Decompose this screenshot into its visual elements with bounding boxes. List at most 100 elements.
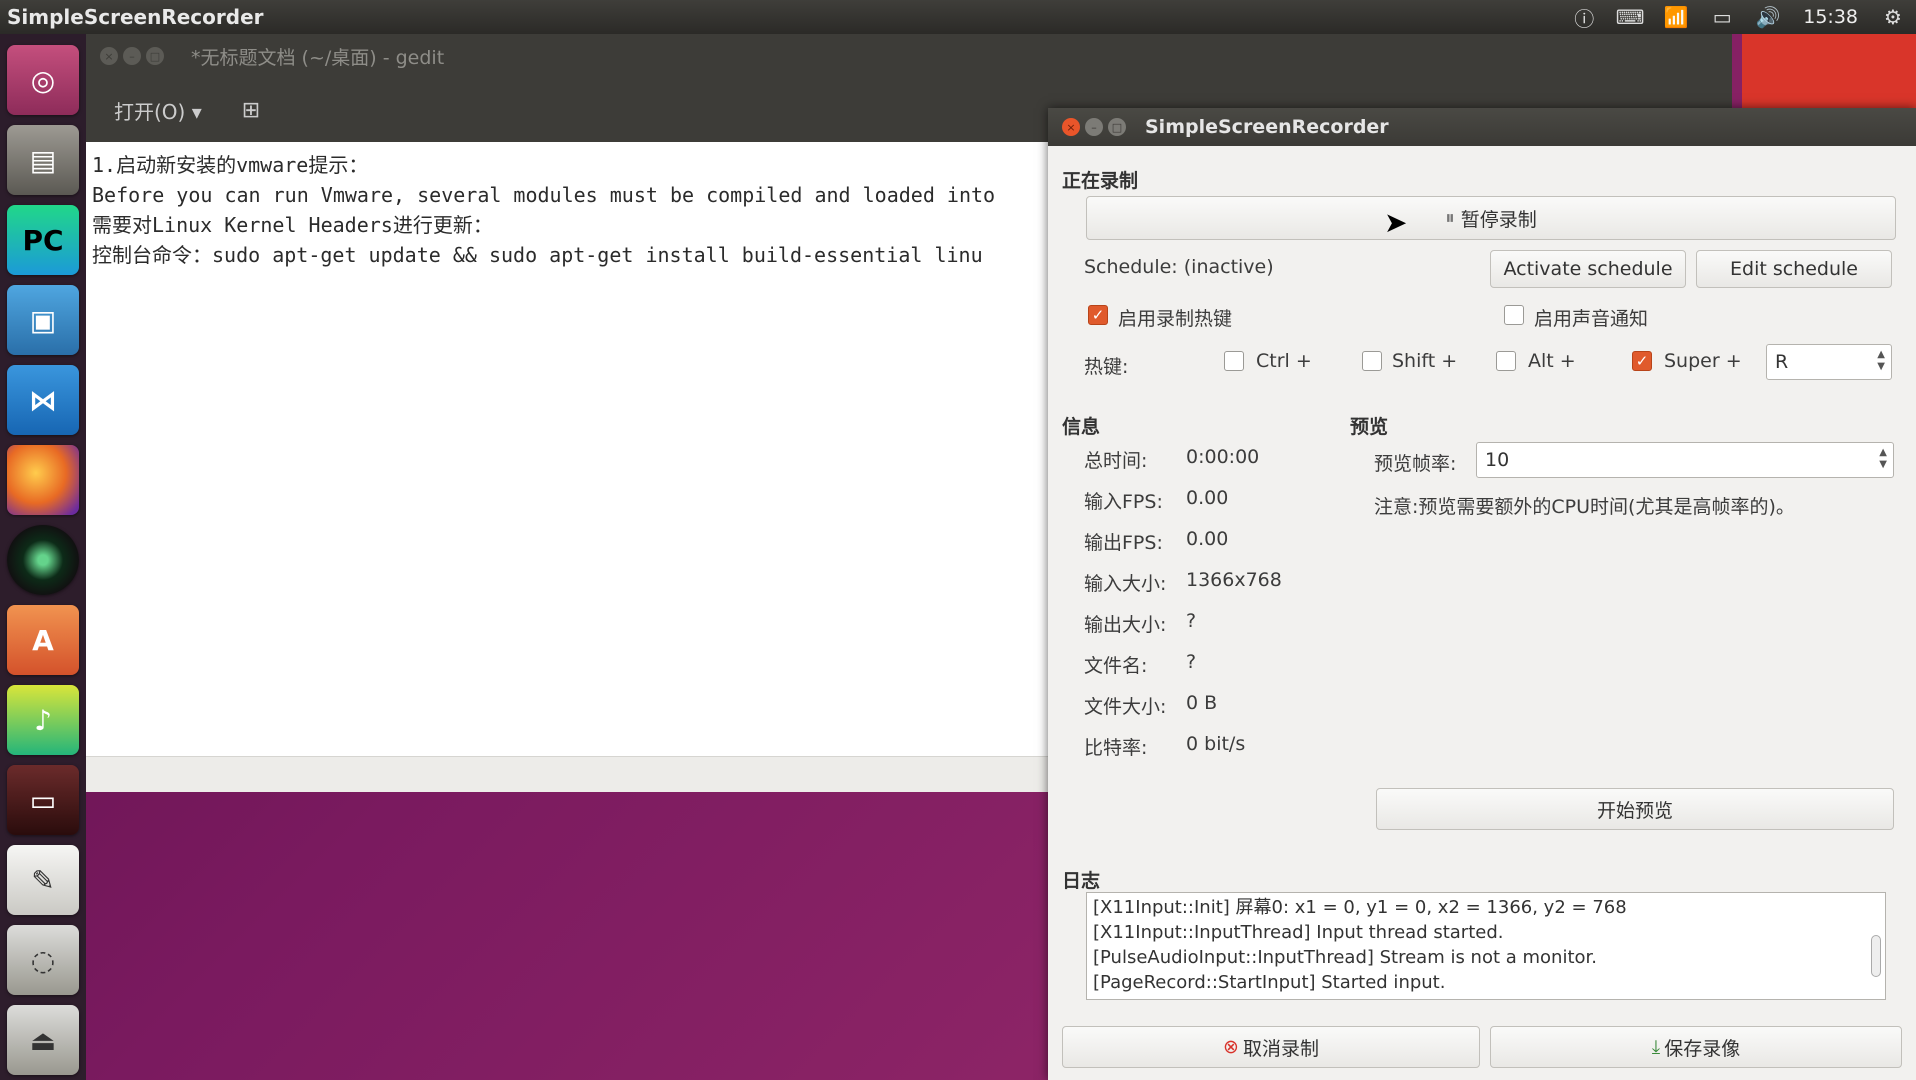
mouse-cursor-icon: ➤ [1384, 206, 1408, 239]
cancel-label: 取消录制 [1242, 1037, 1319, 1060]
pycharm-icon[interactable]: PC [7, 205, 79, 275]
open-button[interactable]: 打开(O) ▾ [102, 88, 214, 133]
volume-icon[interactable]: 🔊 [1745, 0, 1791, 34]
spin-arrows-icon: ▲ ▼ [1879, 447, 1887, 470]
terminal-icon[interactable]: ▭ [7, 765, 79, 835]
scroll-thumb[interactable] [1871, 935, 1881, 977]
shift-label: Shift + [1392, 350, 1458, 372]
alt-label: Alt + [1528, 350, 1576, 372]
info-value: 0 B [1186, 692, 1218, 714]
log-section-label: 日志 [1062, 870, 1101, 892]
minimize-icon[interactable]: – [1085, 118, 1103, 136]
alt-checkbox[interactable] [1496, 351, 1516, 371]
info-value: 1366x768 [1186, 569, 1282, 591]
launcher: ◎ ▤ PC ▣ ⋈ A ♪ ▭ ✎ ◌ ⏏ [0, 34, 86, 1080]
new-tab-icon[interactable]: ⊞ [242, 98, 260, 123]
active-app-title: SimpleScreenRecorder [7, 5, 264, 29]
open-label: 打开(O) [114, 99, 186, 124]
hotkey-key-select[interactable]: R ▲ ▼ [1766, 344, 1892, 380]
info-value: 0.00 [1186, 487, 1229, 509]
info-label: 文件大小: [1084, 696, 1167, 718]
pause-icon: ⏸ [1445, 207, 1455, 229]
hotkey-key-value: R [1775, 351, 1789, 373]
cancel-recording-button[interactable]: ⊗ 取消录制 [1062, 1026, 1480, 1068]
spin-arrows-icon: ▲ ▼ [1877, 349, 1885, 372]
vscode-icon[interactable]: ⋈ [7, 365, 79, 435]
firefox-icon[interactable] [7, 445, 79, 515]
clock[interactable]: 15:38 [1791, 6, 1870, 28]
music-player-icon[interactable]: ♪ [7, 685, 79, 755]
files-icon[interactable]: ▤ [7, 125, 79, 195]
super-checkbox[interactable]: ✓ [1632, 351, 1652, 371]
info-value: 0:00:00 [1186, 446, 1260, 468]
enable-hotkey-checkbox[interactable]: ✓ [1088, 305, 1108, 325]
wifi-icon[interactable]: 📶 [1653, 0, 1699, 34]
preview-rate-spinbox[interactable]: 10 ▲ ▼ [1476, 442, 1894, 478]
info-icon[interactable]: ⓘ [1561, 0, 1607, 34]
save-icon: ⤓ [1651, 1036, 1661, 1058]
text-line: 控制台命令：sudo apt-get update && sudo apt-ge… [92, 243, 983, 267]
activate-schedule-button[interactable]: Activate schedule [1490, 250, 1686, 288]
text-editor-icon[interactable]: ✎ [7, 845, 79, 915]
info-label: 总时间: [1084, 450, 1148, 472]
info-label: 输入FPS: [1084, 491, 1163, 513]
shift-checkbox[interactable] [1362, 351, 1382, 371]
text-line: Before you can run Vmware, several modul… [92, 183, 996, 207]
info-value: ? [1186, 610, 1197, 632]
log-textbox[interactable]: [X11Input::Init] 屏幕0: x1 = 0, y1 = 0, x2… [1086, 892, 1886, 1000]
info-label: 比特率: [1084, 737, 1148, 759]
preview-section-label: 预览 [1350, 416, 1389, 438]
log-line: [PageRecord::StartInput] Started input. [1093, 972, 1446, 993]
enable-hotkey-label: 启用录制热键 [1118, 308, 1233, 330]
start-preview-button[interactable]: 开始预览 [1376, 788, 1894, 830]
close-icon[interactable]: × [100, 47, 118, 65]
log-line: [X11Input::InputThread] Input thread sta… [1093, 922, 1504, 943]
settings-gear-icon[interactable]: ⚙ [1870, 0, 1916, 34]
info-label: 输入大小: [1084, 573, 1167, 595]
text-area[interactable]: 1.启动新安装的vmware提示： Before you can run Vmw… [86, 142, 1048, 756]
battery-icon[interactable]: ▭ [1699, 0, 1745, 34]
save-recording-button[interactable]: ⤓ 保存录像 [1490, 1026, 1902, 1068]
text-line: 需要对Linux Kernel Headers进行更新： [92, 213, 493, 237]
ctrl-label: Ctrl + [1256, 350, 1312, 372]
super-label: Super + [1664, 350, 1742, 372]
drive-icon[interactable]: ⏏ [7, 1005, 79, 1075]
info-label: 输出大小: [1084, 614, 1167, 636]
info-label: 文件名: [1084, 655, 1148, 677]
minimize-icon[interactable]: – [123, 47, 141, 65]
maximize-icon[interactable]: □ [1108, 118, 1126, 136]
screen-recorder-icon[interactable] [7, 525, 79, 595]
info-value: 0.00 [1186, 528, 1229, 550]
cancel-icon: ⊗ [1223, 1036, 1239, 1058]
preview-rate-value: 10 [1485, 449, 1510, 471]
log-line: [PulseAudioInput::InputThread] Stream is… [1093, 947, 1598, 968]
close-icon[interactable]: × [1062, 118, 1080, 136]
gedit-titlebar: × – □ *无标题文档 (~/桌面) - gedit [86, 34, 1732, 78]
background-window-fragment [1742, 34, 1916, 114]
ctrl-checkbox[interactable] [1224, 351, 1244, 371]
pause-label: 暂停录制 [1460, 208, 1537, 231]
enable-sound-checkbox[interactable] [1504, 305, 1524, 325]
save-label: 保存录像 [1664, 1037, 1741, 1060]
preview-rate-label: 预览帧率: [1374, 453, 1457, 475]
ssr-title: SimpleScreenRecorder [1145, 116, 1389, 138]
disk-icon[interactable]: ◌ [7, 925, 79, 995]
ssr-window: × – □ SimpleScreenRecorder 正在录制 ⏸ 暂停录制 S… [1048, 108, 1916, 1080]
info-label: 输出FPS: [1084, 532, 1163, 554]
ubuntu-dash-icon[interactable]: ◎ [7, 45, 79, 115]
keyboard-icon[interactable]: ⌨ [1607, 0, 1653, 34]
log-scrollbar[interactable] [1869, 895, 1883, 997]
info-value: ? [1186, 651, 1197, 673]
recording-section-label: 正在录制 [1062, 170, 1139, 192]
remote-desktop-icon[interactable]: ▣ [7, 285, 79, 355]
software-center-icon[interactable]: A [7, 605, 79, 675]
system-tray: ⓘ ⌨ 📶 ▭ 🔊 15:38 ⚙ [1561, 0, 1916, 34]
pause-recording-button[interactable]: ⏸ 暂停录制 [1086, 196, 1896, 240]
schedule-status: Schedule: (inactive) [1084, 256, 1274, 278]
log-line: [X11Input::Init] 屏幕0: x1 = 0, y1 = 0, x2… [1093, 897, 1627, 918]
info-value: 0 bit/s [1186, 733, 1246, 755]
edit-schedule-button[interactable]: Edit schedule [1696, 250, 1892, 288]
gedit-statusbar [86, 756, 1048, 792]
maximize-icon[interactable]: □ [146, 47, 164, 65]
hotkey-label: 热键: [1084, 356, 1129, 378]
